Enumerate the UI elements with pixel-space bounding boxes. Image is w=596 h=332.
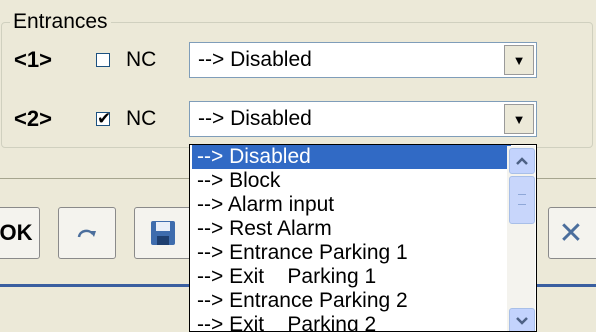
nc-label-1: NC: [126, 48, 157, 71]
chevron-down-icon: [516, 317, 528, 325]
list-item[interactable]: --> Rest Alarm: [192, 217, 511, 241]
list-item[interactable]: --> Disabled: [192, 145, 511, 169]
scroll-thumb[interactable]: [509, 176, 535, 224]
save-button[interactable]: [134, 207, 192, 259]
chevron-up-icon: [516, 157, 528, 165]
entrance-1-label: <1>: [14, 47, 52, 72]
list-item[interactable]: --> Alarm input: [192, 193, 511, 217]
list-item[interactable]: --> Block: [192, 169, 511, 193]
redo-icon: [77, 229, 96, 238]
entrance-2-dropdown-list[interactable]: --> Disabled --> Block --> Alarm input -…: [189, 144, 537, 332]
close-button[interactable]: ✕: [548, 207, 596, 259]
list-item[interactable]: --> Entrance Parking 2: [192, 289, 511, 313]
redo-button[interactable]: [58, 207, 116, 259]
nc-label-2: NC: [126, 107, 157, 130]
entrance-2-select-value: --> Disabled: [198, 107, 312, 130]
close-icon: ✕: [558, 216, 584, 250]
dropdown-scrollbar[interactable]: [507, 146, 535, 331]
list-item[interactable]: --> Exit Parking 1: [192, 265, 511, 289]
nc-checkbox-2[interactable]: ✔: [96, 109, 111, 128]
list-item[interactable]: --> Exit Parking 2: [192, 313, 511, 331]
entrance-2-label: <2>: [14, 106, 52, 131]
scroll-up-button[interactable]: [509, 148, 535, 174]
chevron-down-icon[interactable]: ▼: [504, 45, 534, 75]
save-icon: [151, 221, 175, 245]
ok-label: OK: [0, 220, 33, 245]
scroll-down-button[interactable]: [509, 308, 535, 331]
entrance-1-select-value: --> Disabled: [198, 48, 312, 71]
list-item[interactable]: --> Entrance Parking 1: [192, 241, 511, 265]
entrance-2-select[interactable]: --> Disabled ▼: [189, 101, 537, 137]
nc-checkbox-1[interactable]: [96, 53, 110, 67]
group-title: Entrances: [10, 9, 111, 35]
chevron-down-icon[interactable]: ▼: [504, 104, 534, 134]
checkmark-icon: ✔: [97, 109, 112, 128]
entrance-1-select[interactable]: --> Disabled ▼: [189, 42, 537, 78]
ok-button[interactable]: OK: [0, 207, 40, 259]
